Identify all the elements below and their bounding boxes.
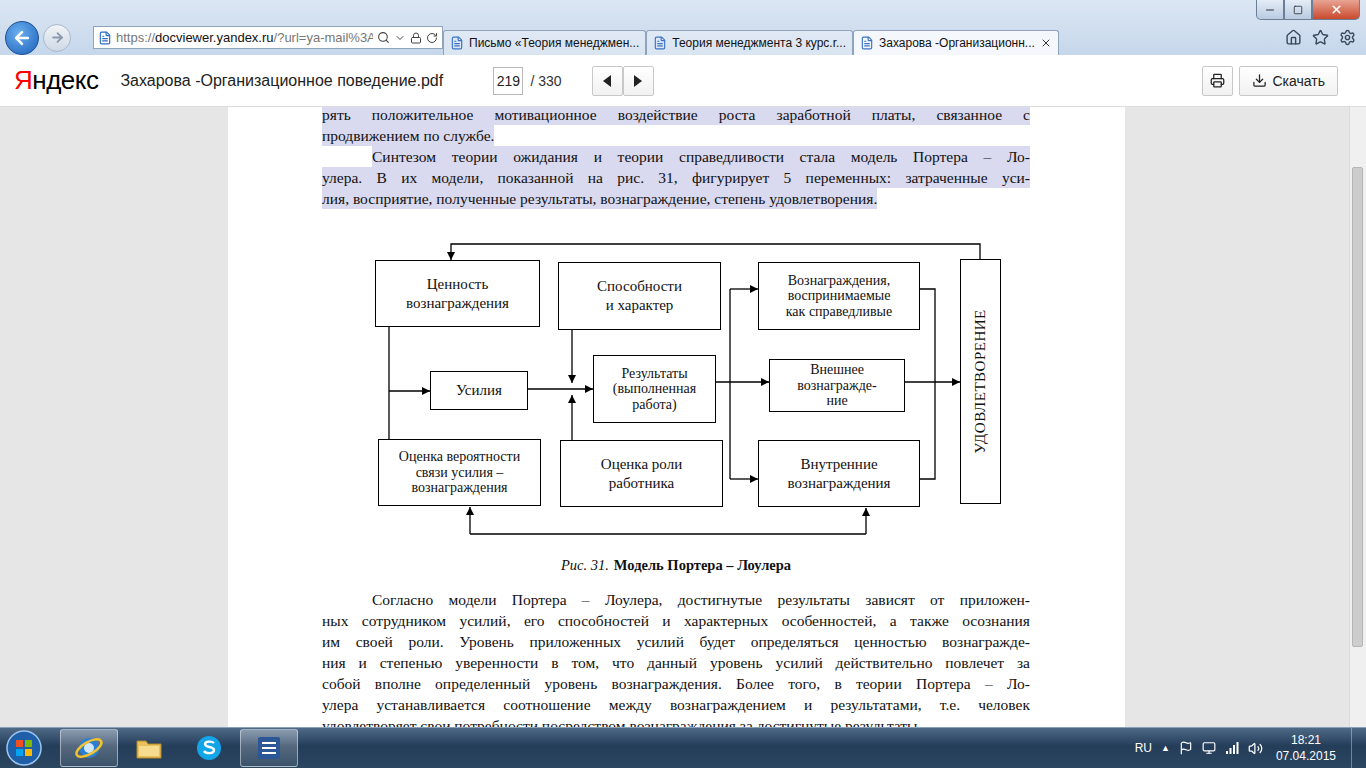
network-icon[interactable] [1202,741,1216,755]
text-line: удовлетворяет свои потребности посредств… [322,715,921,727]
taskbar-app[interactable] [60,729,118,767]
text-line: улера устанавливается соотношение между … [322,694,1030,715]
diagram-node: Усилия [430,371,528,410]
document-area: рять положительное мотивационное воздейс… [0,107,1366,727]
text-line: Согласно модели Портера – Лоулера, дости… [372,589,1030,610]
navigation-bar: https://docviewer.yandex.ru/?url=ya-mail… [0,20,1366,55]
triangle-left-icon [602,75,612,87]
tab-strip: Письмо «Теория менеджмен...Теория менедж… [443,28,1059,55]
page-icon [860,36,874,50]
diagram-node: Оценка ролиработника [560,440,723,507]
show-hidden-icons[interactable]: ▲ [1161,743,1170,753]
search-icon[interactable] [377,31,390,44]
clock[interactable]: 18:2107.04.2015 [1276,732,1336,764]
taskbar-app[interactable] [240,729,298,767]
text-line: им своей роли. Уровень приложенных усили… [322,631,1030,652]
text-line: ния и степенью уверенности в том, что да… [322,652,1030,673]
download-icon [1252,73,1267,88]
text-line: продвижением по службе. [322,125,494,146]
refresh-icon[interactable] [426,32,438,44]
internet-explorer-icon [74,733,104,763]
page-viewport: рять положительное мотивационное воздейс… [0,107,1349,727]
text-line: Синтезом теории ожидания и теории справе… [372,146,1030,167]
browser-chrome: https://docviewer.yandex.ru/?url=ya-mail… [0,0,1366,55]
document-title: Захарова -Организационное поведение.pdf [120,72,480,90]
signal-bars-icon[interactable] [1225,741,1239,755]
start-button[interactable] [0,728,48,768]
paragraph: Синтезом теории ожидания и теории справе… [322,146,1030,209]
print-button[interactable] [1202,66,1233,96]
volume-icon[interactable] [1248,741,1263,756]
document-page: рять положительное мотивационное воздейс… [228,107,1125,727]
text-line: рять положительное мотивационное воздейс… [322,107,1030,125]
diagram-node: УДОВЛЕТВОРЕНИЕ [960,259,1001,504]
word-icon [254,733,284,763]
screen: https://docviewer.yandex.ru/?url=ya-mail… [0,0,1366,768]
show-desktop-button[interactable] [1351,728,1366,768]
browser-tab[interactable]: Теория менеджмента 3 курс.r... [646,30,853,55]
figure-caption: Рис. 31.Модель Портера – Лоулера [322,555,1030,576]
gear-icon[interactable] [1339,29,1356,46]
text-line: лия, восприятие, полученные результаты, … [322,188,877,209]
text-line: улера. В их модели, показанной на рис. 3… [322,167,1030,188]
text-line: ных сотрудником усилий, его способностей… [322,610,1030,631]
action-center-flag-icon[interactable] [1179,741,1193,755]
diagram-node: Способностии характер [558,262,721,330]
page-count: / 330 [530,73,561,89]
back-button[interactable] [5,21,39,55]
dropdown-icon[interactable] [394,32,406,44]
close-tab-icon[interactable] [1040,37,1052,49]
diagram-node: Результаты(выполненнаяработа) [593,355,716,423]
back-arrow-icon [12,28,32,48]
home-icon[interactable] [1285,29,1302,46]
printer-icon [1210,73,1225,88]
minimize-button[interactable] [1256,0,1284,20]
system-tray: RU ▲ 18:2107.04.2015 [1135,728,1366,768]
lock-icon[interactable] [410,32,422,44]
scrollbar[interactable] [1349,107,1366,727]
language-indicator[interactable]: RU [1135,741,1152,755]
viewer-toolbar: Яндекс Захарова -Организационное поведени… [0,55,1366,107]
porter-lawler-diagram: Ценностьвознаграждения Способностии харак… [370,239,1010,539]
page-icon [450,36,464,50]
page-icon [653,36,667,50]
scroll-thumb[interactable] [1352,167,1363,647]
text-line: собой вполне определенный уровень вознаг… [322,673,1030,694]
diagram-node: Внутренниевознаграждения [758,440,920,507]
next-page-button[interactable] [623,66,654,96]
yandex-logo[interactable]: Яндекс [14,65,98,96]
address-bar[interactable]: https://docviewer.yandex.ru/?url=ya-mail… [93,26,443,49]
browser-tab[interactable]: Письмо «Теория менеджмен... [443,30,646,55]
forward-arrow-icon [50,30,65,45]
paragraph: рять положительное мотивационное воздейс… [322,107,1030,146]
page-nav [592,66,654,96]
favorites-star-icon[interactable] [1312,29,1329,46]
url-text: https://docviewer.yandex.ru/?url=ya-mail… [116,30,373,45]
diagram-node: Оценка вероятностисвязи усилия –вознагра… [378,439,541,506]
diagram-node: Внешнеевознагражде-ние [769,359,905,412]
browser-tools [1285,29,1356,46]
folder-icon [134,733,164,763]
window-controls [0,0,1366,20]
windows-logo-icon [5,729,43,767]
diagram-node: Ценностьвознаграждения [375,260,540,327]
prev-page-button[interactable] [592,66,623,96]
forward-button[interactable] [43,24,71,52]
close-button[interactable] [1312,0,1360,20]
download-button[interactable]: Скачать [1239,66,1339,96]
diagram-node: Вознаграждения,воспринимаемыекак справед… [758,262,920,330]
triangle-right-icon [633,75,643,87]
skype-icon [194,733,224,763]
favicon-icon [98,31,112,45]
taskbar: RU ▲ 18:2107.04.2015 [0,727,1366,768]
page-input[interactable]: 219 [493,67,523,95]
taskbar-app[interactable] [180,729,238,767]
maximize-button[interactable] [1284,0,1312,20]
taskbar-app[interactable] [120,729,178,767]
paragraph: Согласно модели Портера – Лоулера, дости… [322,589,1030,727]
browser-tab[interactable]: Захарова -Организационн... [853,30,1059,55]
